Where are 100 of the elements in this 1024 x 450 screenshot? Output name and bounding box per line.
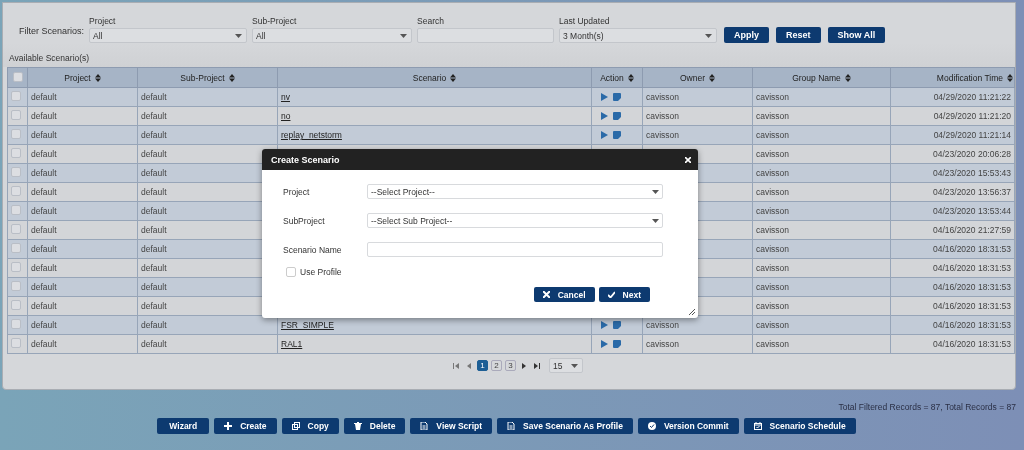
field-label: Project <box>89 16 117 26</box>
resize-handle-icon[interactable] <box>689 309 695 315</box>
page-button[interactable]: 3 <box>505 360 516 371</box>
page-button[interactable]: 2 <box>491 360 502 371</box>
checkbox[interactable] <box>12 71 23 82</box>
note-icon <box>613 321 621 329</box>
column-header[interactable]: Project <box>27 67 138 88</box>
document-icon <box>420 422 429 430</box>
caret-icon <box>705 33 713 38</box>
column-header[interactable]: Sub-Project <box>137 67 278 88</box>
note-icon <box>613 131 621 139</box>
scenario-link[interactable]: FSR_SIMPLE <box>281 320 334 330</box>
document-icon <box>507 422 516 430</box>
action-button[interactable]: View Script <box>410 418 493 434</box>
checkbox[interactable] <box>11 243 21 253</box>
play-icon[interactable] <box>601 131 608 139</box>
play-icon[interactable] <box>601 321 608 329</box>
checkbox[interactable] <box>11 281 21 291</box>
sort-icon <box>1007 73 1013 82</box>
dialog-button[interactable]: Cancel <box>533 287 595 302</box>
action-button[interactable]: Version Commit <box>637 418 739 434</box>
dialog-button[interactable]: Next <box>598 287 650 302</box>
action-button[interactable]: Create <box>214 418 277 434</box>
checkbox[interactable] <box>11 262 21 272</box>
check-icon <box>607 291 615 298</box>
close-icon <box>542 291 550 298</box>
caret-icon <box>571 363 578 368</box>
column-header[interactable]: Scenario <box>277 67 592 88</box>
column-header[interactable]: Action <box>591 67 643 88</box>
field-label: Last Updated <box>559 16 611 26</box>
note-icon <box>613 93 621 101</box>
checkbox-label: Use Profile <box>300 267 342 277</box>
action-button[interactable]: Scenario Schedule <box>743 418 856 434</box>
caret-icon <box>652 189 659 194</box>
filter-button[interactable]: Show All <box>827 27 886 43</box>
search-field[interactable] <box>417 28 555 43</box>
column-header[interactable]: Group Name <box>752 67 891 88</box>
checkbox[interactable] <box>11 186 21 196</box>
records-total: Total Filtered Records = 87, Total Records = 87 <box>838 402 1016 412</box>
dropdown[interactable]: --Select Sub Project-- <box>367 213 663 228</box>
action-button[interactable]: Save Scenario As Profile <box>497 418 633 434</box>
checkbox[interactable] <box>11 319 21 329</box>
scenario-link[interactable]: nv <box>281 92 290 102</box>
checkbox[interactable] <box>11 148 21 158</box>
checkbox[interactable] <box>11 224 21 234</box>
scenario-link[interactable]: RAL1 <box>281 339 303 349</box>
checkbox[interactable] <box>11 338 21 348</box>
check-circle-icon <box>647 422 656 430</box>
sort-icon <box>709 73 715 82</box>
plus-icon <box>224 422 233 430</box>
play-icon[interactable] <box>601 93 608 101</box>
scenario-link[interactable]: no <box>281 111 291 121</box>
field-label: SubProject <box>283 215 326 226</box>
scenario-link[interactable]: replay_netstorm <box>281 130 342 140</box>
trash-icon <box>353 422 362 430</box>
next-page-icon[interactable] <box>521 362 527 369</box>
dropdown[interactable]: All <box>252 28 413 43</box>
checkbox[interactable] <box>11 129 21 139</box>
dropdown[interactable]: --Select Project-- <box>367 184 663 199</box>
calendar-icon <box>753 422 762 430</box>
column-header[interactable]: Modification Time <box>890 67 1015 88</box>
field-label: Project <box>283 186 311 197</box>
checkbox[interactable] <box>11 91 21 101</box>
filter-label: Filter Scenarios: <box>19 26 85 36</box>
field-label: Search <box>417 16 445 26</box>
action-button[interactable]: Delete <box>343 418 406 434</box>
sort-icon <box>228 73 235 82</box>
checkbox[interactable] <box>11 110 21 120</box>
sort-icon <box>450 73 457 82</box>
sort-icon <box>94 73 101 82</box>
checkbox[interactable] <box>286 267 296 277</box>
previous-page-icon[interactable] <box>466 362 472 369</box>
filter-button[interactable]: Apply <box>724 27 770 43</box>
close-icon[interactable] <box>685 156 691 163</box>
action-button[interactable]: Copy <box>281 418 339 434</box>
copy-icon <box>291 422 300 430</box>
dropdown[interactable]: 3 Month(s) <box>559 28 718 43</box>
dropdown[interactable]: All <box>89 28 248 43</box>
caret-icon <box>235 33 243 38</box>
page-size-dropdown[interactable]: 15 <box>549 358 583 373</box>
play-icon[interactable] <box>601 340 608 348</box>
sort-icon <box>844 73 851 82</box>
note-icon <box>613 112 621 120</box>
checkbox[interactable] <box>11 205 21 215</box>
field-label: Sub-Project <box>252 16 298 26</box>
action-button[interactable]: Wizard <box>157 418 210 434</box>
field-label: Scenario Name <box>283 244 343 255</box>
column-header[interactable]: Owner <box>642 67 753 88</box>
last-page-icon[interactable] <box>534 362 540 369</box>
input-field[interactable] <box>367 242 663 257</box>
filter-button[interactable]: Reset <box>776 27 821 43</box>
first-page-icon[interactable] <box>453 362 459 369</box>
page-button[interactable]: 1 <box>477 360 488 371</box>
checkbox[interactable] <box>11 167 21 177</box>
note-icon <box>613 340 621 348</box>
caret-icon <box>400 33 408 38</box>
checkbox[interactable] <box>11 300 21 310</box>
play-icon[interactable] <box>601 112 608 120</box>
sort-icon <box>627 73 634 82</box>
caret-icon <box>652 218 659 223</box>
